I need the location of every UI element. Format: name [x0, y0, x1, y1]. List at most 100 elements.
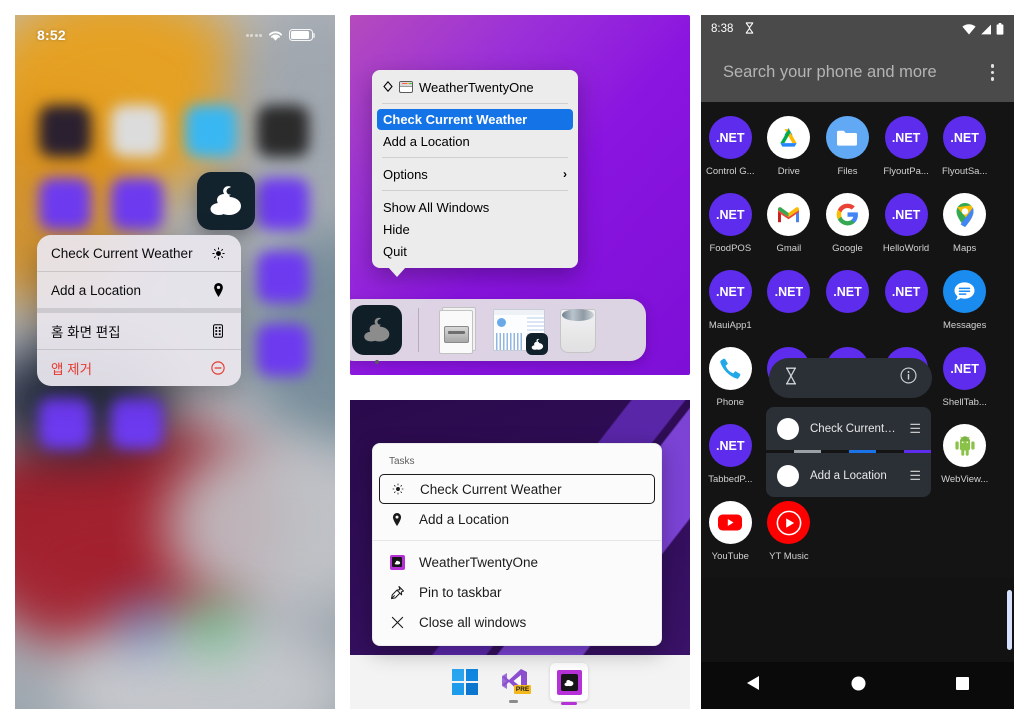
app-label: Control G...	[706, 166, 755, 177]
windows-jumplist-item-close-all-windows[interactable]: Close all windows	[373, 607, 661, 637]
signal-icon	[981, 24, 991, 34]
windows-jump-list: Tasks Check Current Weather Add a Locati…	[372, 443, 662, 646]
macos-menu-item-add-a-location[interactable]: Add a Location	[372, 130, 578, 152]
ios-menu-item-label: Check Current Weather	[51, 245, 193, 261]
app-cell-webview[interactable]: WebView...	[935, 424, 994, 485]
app-cell-youtube[interactable]: YouTube	[701, 501, 760, 562]
map-pin-icon	[209, 283, 227, 297]
app-cell-yt-music[interactable]: YT Music	[760, 501, 819, 562]
app-label: Messages	[943, 320, 987, 331]
macos-menu-item-label: Hide	[383, 221, 410, 237]
dotnet-icon: .NET	[708, 270, 752, 313]
macos-menu-item-label: Add a Location	[383, 133, 470, 149]
app-cell-flyoutpa[interactable]: .NET FlyoutPa...	[877, 116, 936, 177]
info-icon[interactable]	[900, 367, 917, 389]
app-cell-files[interactable]: Files	[818, 116, 877, 177]
app-cell-shelltab[interactable]: .NET ShellTab...	[935, 347, 994, 408]
windows-jumplist-item-add-a-location[interactable]: Add a Location	[373, 504, 661, 534]
weather-window-preview-dock-icon[interactable]	[493, 307, 548, 355]
macos-menu-divider	[382, 190, 568, 191]
windows-jumplist-item-label: Check Current Weather	[420, 481, 562, 497]
android-search-bar[interactable]: Search your phone and more	[701, 43, 1014, 102]
shortcut-avatar-icon	[777, 417, 799, 440]
trash-dock-icon[interactable]	[555, 305, 601, 355]
diamond-icon	[383, 80, 393, 95]
preview-badge: PRE	[513, 685, 532, 694]
macos-menu-item-hide[interactable]: Hide	[372, 218, 578, 240]
macos-menu-item-quit[interactable]: Quit	[372, 240, 578, 262]
ios-menu-item-edit-home-screen[interactable]: 홈 화면 편집	[37, 313, 241, 349]
android-scrollbar[interactable]	[1007, 590, 1012, 650]
battery-icon	[996, 23, 1004, 35]
remove-app-icon	[209, 361, 227, 375]
messages-icon	[943, 270, 987, 313]
drag-handle-icon[interactable]: ☰	[909, 468, 921, 484]
app-cell-messages[interactable]: Messages	[935, 270, 994, 331]
app-cell-helloworld[interactable]: .NET HelloWorld	[877, 193, 936, 254]
drag-handle-icon[interactable]: ☰	[909, 421, 921, 437]
back-triangle-icon[interactable]	[746, 675, 761, 696]
app-cell-google[interactable]: Google	[818, 193, 877, 254]
app-label: Phone	[716, 397, 745, 408]
start-button-icon[interactable]	[451, 668, 479, 696]
app-cell-gmail[interactable]: Gmail	[760, 193, 819, 254]
app-cell-maps[interactable]: Maps	[935, 193, 994, 254]
recents-square-icon[interactable]	[956, 676, 969, 695]
app-cell-foodpos[interactable]: .NET FoodPOS	[701, 193, 760, 254]
windows-tasks-section-label: Tasks	[389, 456, 415, 467]
ios-menu-item-remove-app[interactable]: 앱 제거	[37, 350, 241, 386]
app-label: FlyoutPa...	[883, 166, 929, 177]
home-circle-icon[interactable]	[851, 676, 866, 696]
weather-night-cloud-icon	[364, 317, 390, 342]
macos-menu-item-show-all-windows[interactable]: Show All Windows	[372, 196, 578, 218]
window-icon	[399, 81, 413, 93]
macos-menu-item-label: Quit	[383, 243, 407, 259]
macos-menu-divider	[382, 157, 568, 158]
android-popup-header	[769, 358, 932, 398]
macos-menu-item-options[interactable]: Options ›	[372, 163, 578, 185]
app-cell-phone[interactable]: Phone	[701, 347, 760, 408]
dock-separator	[418, 308, 419, 352]
gmail-icon	[767, 193, 811, 236]
dotnet-icon: .NET	[708, 116, 752, 159]
app-cell-hidden-3[interactable]: .NET	[877, 270, 936, 331]
ios-menu-item-add-a-location[interactable]: Add a Location	[37, 272, 241, 308]
google-icon	[825, 193, 869, 236]
ios-menu-item-check-current-weather[interactable]: Check Current Weather	[37, 235, 241, 271]
disk-document-dock-icon[interactable]	[435, 304, 483, 356]
app-cell-tabbedp[interactable]: .NET TabbedP...	[701, 424, 760, 485]
android-shortcut-check-current-weather[interactable]: Check Current W... ☰	[766, 407, 931, 450]
windows-jumplist-panel: Tasks Check Current Weather Add a Locati…	[350, 400, 690, 709]
app-label: FoodPOS	[709, 243, 752, 254]
app-cell-control-g[interactable]: .NET Control G...	[701, 116, 760, 177]
youtube-icon	[708, 501, 752, 544]
windows-jumplist-item-weathertwentyone[interactable]: WeatherTwentyOne	[373, 547, 661, 577]
windows-jumplist-item-pin-to-taskbar[interactable]: Pin to taskbar	[373, 577, 661, 607]
app-cell-mauiapp1[interactable]: .NET MauiApp1	[701, 270, 760, 331]
app-label: WebView...	[941, 474, 989, 485]
android-shortcut-label: Check Current W...	[810, 422, 899, 435]
ios-weather-app-icon[interactable]	[197, 172, 255, 230]
android-shortcut-add-a-location[interactable]: Add a Location ☰	[766, 454, 931, 497]
hourglass-icon[interactable]	[784, 367, 798, 390]
kebab-menu-icon[interactable]	[990, 64, 994, 81]
close-icon	[389, 616, 405, 629]
app-row: YouTube YT Music	[701, 501, 1014, 578]
dotnet-icon: .NET	[943, 116, 987, 159]
app-cell-drive[interactable]: Drive	[760, 116, 819, 177]
windows-jumplist-item-check-current-weather[interactable]: Check Current Weather	[379, 474, 655, 504]
app-cell-flyoutsa[interactable]: .NET FlyoutSa...	[935, 116, 994, 177]
android-status-bar: 8:38	[701, 15, 1014, 43]
visual-studio-preview-icon[interactable]: PRE	[500, 668, 532, 703]
windows-jumplist-divider	[373, 540, 661, 541]
app-cell-hidden-1[interactable]: .NET	[760, 270, 819, 331]
weather-twentyone-dock-icon[interactable]	[352, 305, 402, 364]
app-cell-hidden-2[interactable]: .NET	[818, 270, 877, 331]
windows-taskbar: PRE	[350, 655, 690, 709]
app-label: FlyoutSa...	[941, 166, 988, 177]
weather-twentyone-taskbar-icon[interactable]	[550, 663, 589, 705]
macos-menu-item-check-current-weather[interactable]: Check Current Weather	[377, 109, 573, 130]
active-indicator-bar	[561, 701, 578, 705]
ios-home-screen-panel: 8:52 Check Current Weather Add a Locatio…	[15, 15, 335, 709]
macos-menu-item-label: Options	[383, 166, 428, 182]
